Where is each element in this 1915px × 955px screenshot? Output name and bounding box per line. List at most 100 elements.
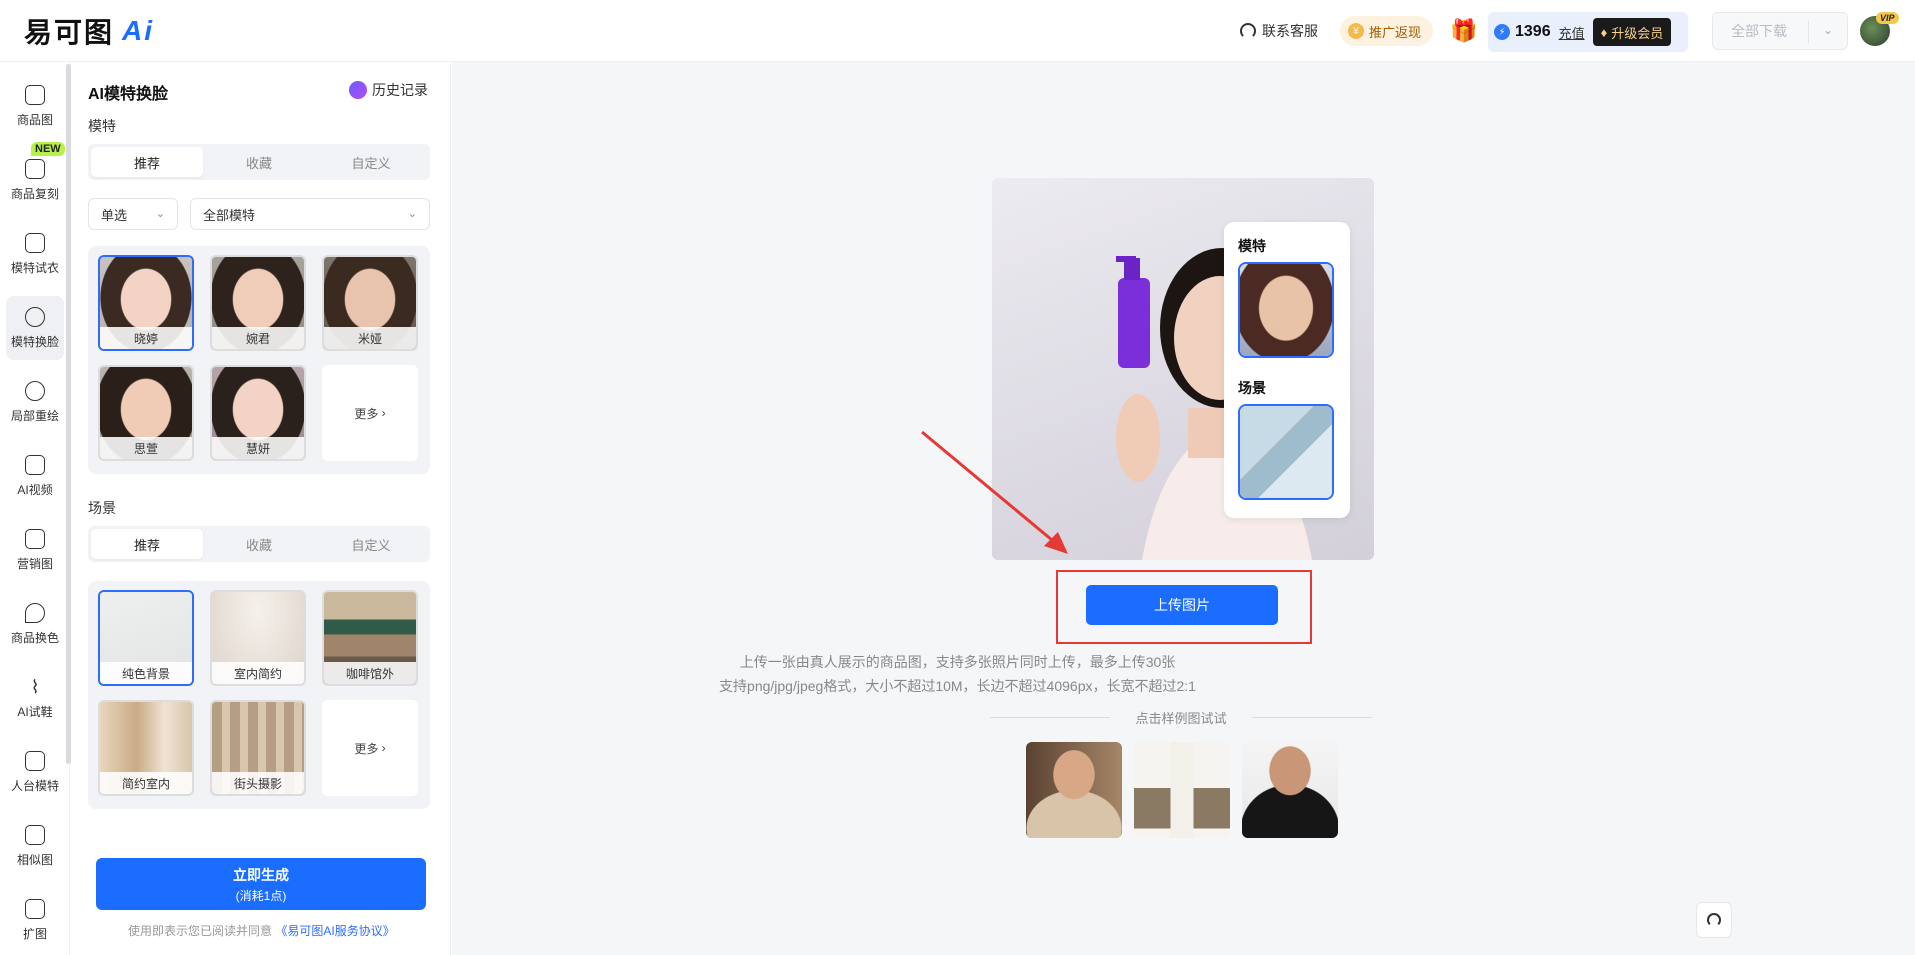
nav-item-product-replicate[interactable]: 商品复刻 bbox=[6, 148, 64, 212]
sample-photo bbox=[1134, 742, 1230, 838]
overlay-model-photo bbox=[1240, 264, 1332, 356]
model-card[interactable]: 晓婷 bbox=[98, 255, 194, 351]
overlay-scene-image bbox=[1238, 404, 1334, 500]
tab-favorites[interactable]: 收藏 bbox=[203, 529, 315, 559]
upload-hint-1: 上传一张由真人展示的商品图，支持多张照片同时上传，最多上传30张 bbox=[739, 654, 1176, 670]
nav-label: 商品图 bbox=[16, 112, 53, 127]
agreement-prefix: 使用即表示您已阅读并同意 bbox=[128, 924, 273, 938]
nav-item-product-image[interactable]: 商品图 bbox=[6, 74, 64, 138]
logo-text: 易可图 bbox=[24, 17, 115, 48]
generate-button[interactable]: 立即生成 (消耗1点) bbox=[96, 858, 426, 910]
chevron-down-icon: ⌄ bbox=[155, 208, 165, 220]
more-label: 更多 bbox=[354, 741, 379, 756]
nav-item-model-tryon[interactable]: 模特试衣 bbox=[6, 222, 64, 286]
nav-label: 扩图 bbox=[22, 926, 47, 941]
tab-recommended[interactable]: 推荐 bbox=[91, 529, 203, 559]
overlay-scene-photo bbox=[1240, 406, 1332, 498]
nav-item-expand[interactable]: 扩图 bbox=[6, 888, 64, 952]
scene-name: 简约室内 bbox=[100, 772, 192, 794]
panel-title: AI模特换脸 bbox=[88, 86, 169, 103]
promo-cashback-button[interactable]: ¥ 推广返现 bbox=[1340, 16, 1434, 46]
diamond-icon: ♦ bbox=[1600, 24, 1608, 40]
upload-image-button[interactable]: 上传图片 bbox=[1086, 585, 1278, 625]
customer-service-label: 联系客服 bbox=[1262, 23, 1318, 39]
chevron-right-icon: › bbox=[378, 406, 386, 420]
model-card[interactable]: 慧妍 bbox=[210, 365, 306, 461]
sample-image[interactable] bbox=[1134, 742, 1230, 838]
model-card[interactable]: 婉君 bbox=[210, 255, 306, 351]
model-name: 米娅 bbox=[324, 327, 416, 349]
overlay-model-image bbox=[1238, 262, 1334, 358]
history-icon bbox=[349, 81, 367, 99]
chevron-down-icon: ⌄ bbox=[407, 208, 417, 220]
model-name: 婉君 bbox=[212, 327, 304, 349]
nav-item-ai-video[interactable]: AI视频 bbox=[6, 444, 64, 508]
reference-overlay-card: 模特 场景 bbox=[1224, 222, 1350, 518]
headset-icon bbox=[1707, 913, 1721, 927]
points-count: 1396 bbox=[1515, 23, 1551, 40]
more-scenes-button[interactable]: 更多 › bbox=[322, 700, 418, 796]
model-filter-value: 全部模特 bbox=[203, 207, 256, 223]
model-card[interactable]: 米娅 bbox=[322, 255, 418, 351]
overlay-scene-label: 场景 bbox=[1238, 380, 1266, 396]
generate-cost: (消耗1点) bbox=[235, 888, 287, 903]
tab-favorites[interactable]: 收藏 bbox=[203, 147, 315, 177]
model-section-label: 模特 bbox=[88, 118, 116, 134]
nav-label: 营销图 bbox=[16, 556, 53, 571]
logo-ai: Ai bbox=[122, 15, 155, 46]
download-all-button[interactable]: 全部下载 ⌄ bbox=[1712, 12, 1848, 50]
settings-panel: AI模特换脸 历史记录 模特 推荐 收藏 自定义 单选 ⌄ 全部模特 ⌄ 晓婷 … bbox=[71, 62, 451, 955]
chevron-right-icon: › bbox=[378, 741, 386, 755]
points-panel: ⚡ 1396 充值 ♦ 升级会员 bbox=[1488, 12, 1688, 52]
nav-item-mannequin[interactable]: 人台模特 bbox=[6, 740, 64, 804]
face-icon bbox=[25, 306, 45, 327]
customer-service-link[interactable]: 联系客服 bbox=[1240, 14, 1318, 48]
nav-item-partial-redraw[interactable]: 局部重绘 bbox=[6, 370, 64, 434]
model-card[interactable]: 思萱 bbox=[98, 365, 194, 461]
model-grid: 晓婷 婉君 米娅 思萱 慧妍 更多 › bbox=[88, 246, 430, 474]
nav-item-recolor[interactable]: 商品换色 bbox=[6, 592, 64, 656]
model-tabs: 推荐 收藏 自定义 bbox=[88, 144, 430, 180]
brand-logo[interactable]: 易可图 Ai bbox=[24, 14, 154, 48]
history-label: 历史记录 bbox=[372, 82, 428, 98]
mannequin-icon bbox=[25, 750, 45, 771]
more-label: 更多 bbox=[354, 406, 379, 421]
generate-label: 立即生成 bbox=[233, 866, 289, 883]
nav-item-marketing[interactable]: 营销图 bbox=[6, 518, 64, 582]
select-mode-value: 单选 bbox=[101, 207, 128, 223]
agreement-link[interactable]: 《易可图AI服务协议》 bbox=[275, 924, 394, 938]
download-label: 全部下载 bbox=[1731, 23, 1787, 39]
model-name: 思萱 bbox=[100, 437, 192, 459]
scene-card[interactable]: 简约室内 bbox=[98, 700, 194, 796]
top-header: 易可图 Ai 联系客服 ¥ 推广返现 🎁 ⚡ 1396 充值 ♦ 升级会员 全部下… bbox=[0, 0, 1915, 62]
select-mode-dropdown[interactable]: 单选 ⌄ bbox=[88, 198, 178, 230]
scene-card[interactable]: 街头摄影 bbox=[210, 700, 306, 796]
upgrade-vip-button[interactable]: ♦ 升级会员 bbox=[1592, 18, 1672, 46]
try-samples-label: 点击样例图试试 bbox=[990, 708, 1372, 727]
sample-photo bbox=[1026, 742, 1122, 838]
nav-label: 局部重绘 bbox=[10, 408, 59, 423]
sample-image[interactable] bbox=[1026, 742, 1122, 838]
tab-custom[interactable]: 自定义 bbox=[315, 147, 427, 177]
sparkle-face-icon bbox=[25, 380, 45, 401]
shirt-icon bbox=[25, 232, 45, 253]
nav-item-face-swap[interactable]: 模特换脸 bbox=[6, 296, 64, 360]
floating-support-button[interactable] bbox=[1696, 902, 1732, 938]
chevron-down-icon[interactable]: ⌄ bbox=[1823, 23, 1833, 37]
tab-custom[interactable]: 自定义 bbox=[315, 529, 427, 559]
nav-item-similar[interactable]: 相似图 bbox=[6, 814, 64, 878]
gift-icon[interactable]: 🎁 bbox=[1450, 14, 1477, 48]
sample-image[interactable] bbox=[1242, 742, 1338, 838]
nav-label: 商品复刻 bbox=[10, 186, 59, 201]
bag-icon bbox=[25, 84, 45, 105]
nav-label: AI试鞋 bbox=[17, 704, 53, 719]
upgrade-label: 升级会员 bbox=[1611, 25, 1664, 41]
annotation-arrow bbox=[921, 430, 1068, 554]
more-models-button[interactable]: 更多 › bbox=[322, 365, 418, 461]
document-icon bbox=[25, 528, 45, 549]
nav-label: AI视频 bbox=[17, 482, 53, 497]
tab-recommended[interactable]: 推荐 bbox=[91, 147, 203, 177]
history-button[interactable]: 历史记录 bbox=[349, 80, 428, 100]
model-filter-dropdown[interactable]: 全部模特 ⌄ bbox=[190, 198, 430, 230]
recharge-link[interactable]: 充值 bbox=[1559, 23, 1585, 42]
